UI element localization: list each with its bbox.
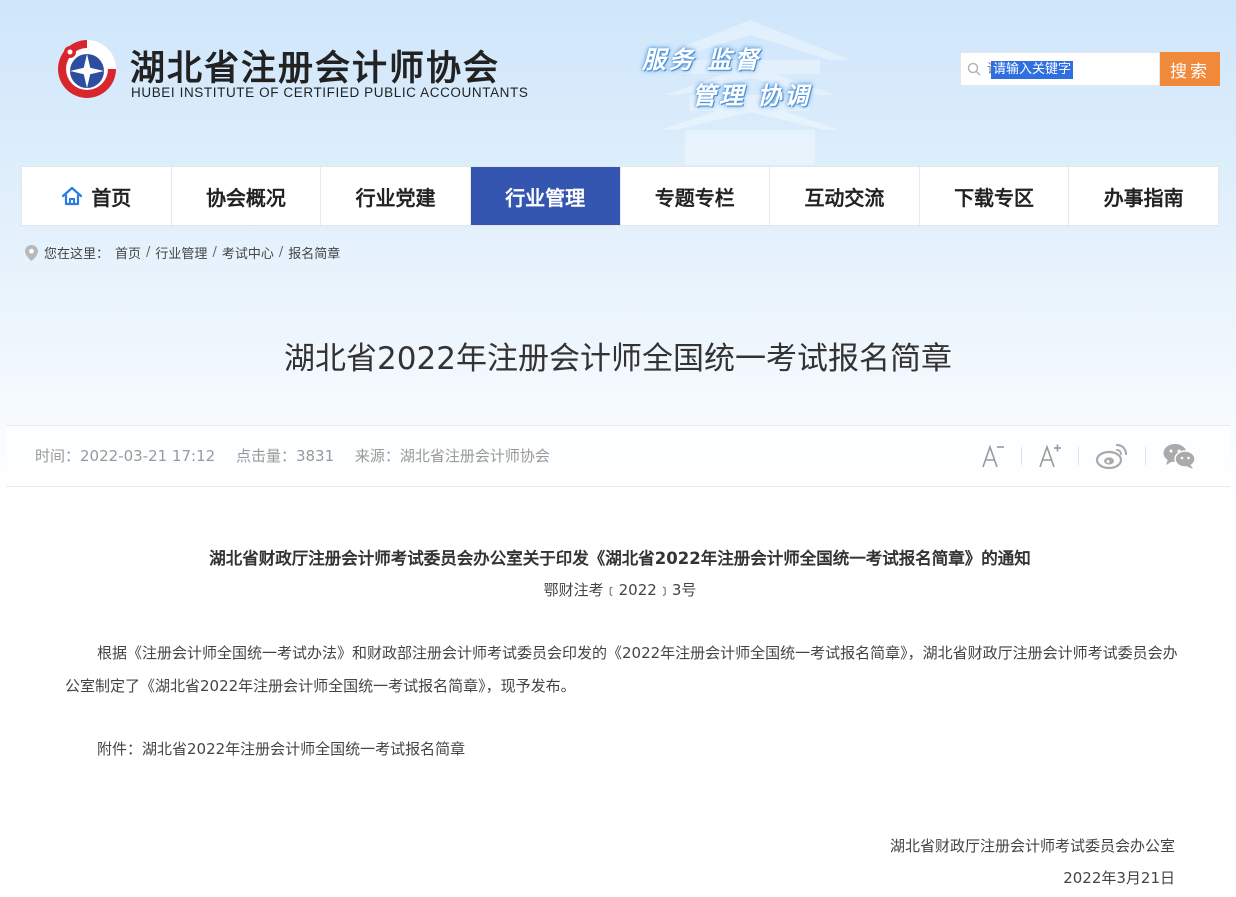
article-title: 湖北省2022年注册会计师全国统一考试报名简章 <box>284 341 952 377</box>
breadcrumb-separator: / <box>146 245 151 260</box>
nav-label: 首页 <box>91 185 132 210</box>
tool-divider <box>1078 447 1079 465</box>
nav-label: 行业党建 <box>355 185 436 210</box>
nav-label: 协会概况 <box>205 185 286 210</box>
signature-date: 2022年3月21日 <box>1063 869 1175 887</box>
breadcrumb-home[interactable]: 首页 <box>115 243 141 262</box>
main-nav: 首页 协会概况 行业党建 行业管理 专题专栏 互动交流 下载专区 办事指南 <box>21 166 1219 226</box>
document-number: 鄂财注考﹝2022﹞3号 <box>543 581 697 599</box>
nav-item-topics[interactable]: 专题专栏 <box>621 167 771 225</box>
nav-label: 办事指南 <box>1103 185 1184 210</box>
notice-title: 湖北省财政厅注册会计师考试委员会办公室关于印发《湖北省2022年注册会计师全国统… <box>209 549 1031 568</box>
article-meta-bar: 时间：2022-03-21 17:12 点击量：3831 来源：湖北省注册会计师… <box>6 425 1230 487</box>
breadcrumb-separator: / <box>278 245 284 260</box>
nav-label: 互动交流 <box>804 185 885 210</box>
tool-divider <box>1021 447 1022 465</box>
breadcrumb-industry[interactable]: 行业管理 <box>155 243 207 262</box>
nav-item-party[interactable]: 行业党建 <box>321 167 471 225</box>
nav-label: 行业管理 <box>505 185 586 210</box>
nav-item-industry-management[interactable]: 行业管理 <box>470 167 621 225</box>
home-icon <box>61 186 83 206</box>
nav-item-about[interactable]: 协会概况 <box>172 167 322 225</box>
nav-label: 下载专区 <box>954 185 1035 210</box>
nav-item-guide[interactable]: 办事指南 <box>1069 167 1218 225</box>
nav-item-interaction[interactable]: 互动交流 <box>770 167 920 225</box>
search-icon <box>961 52 987 86</box>
search-button[interactable]: 搜索 <box>1160 52 1220 86</box>
article-source: 来源：湖北省注册会计师协会 <box>354 447 550 465</box>
nav-label: 专题专栏 <box>654 185 735 210</box>
breadcrumb: 您在这里： 首页 / 行业管理 / 考试中心 / 报名简章 <box>25 243 340 262</box>
site-name-en: HUBEI INSTITUTE OF CERTIFIED PUBLIC ACCO… <box>131 85 529 100</box>
breadcrumb-exam-center[interactable]: 考试中心 <box>222 243 274 262</box>
view-count: 点击量：3831 <box>235 447 335 465</box>
font-decrease-icon[interactable] <box>981 443 1005 469</box>
font-increase-icon[interactable] <box>1038 443 1062 469</box>
tool-divider <box>1145 447 1146 465</box>
association-logo-icon <box>58 40 116 98</box>
weibo-share-icon[interactable] <box>1095 442 1129 470</box>
search-input[interactable] <box>987 59 1155 79</box>
nav-item-home[interactable]: 首页 <box>22 167 172 225</box>
paragraph-body: 根据《注册会计师全国统一考试办法》和财政部注册会计师考试委员会印发的《2022年… <box>65 644 1178 695</box>
site-name-cn: 湖北省注册会计师协会 <box>130 49 501 89</box>
publish-time: 时间：2022-03-21 17:12 <box>35 447 216 465</box>
breadcrumb-separator: / <box>212 245 217 260</box>
location-pin-icon <box>25 244 38 261</box>
attachment-link[interactable]: 附件：湖北省2022年注册会计师全国统一考试报名简章 <box>65 733 1180 766</box>
breadcrumb-registration[interactable]: 报名简章 <box>288 243 340 262</box>
slogan-line-1: 服务 监督 <box>642 46 762 74</box>
nav-item-downloads[interactable]: 下载专区 <box>920 167 1070 225</box>
slogan-line-2: 管理 协调 <box>692 82 812 110</box>
breadcrumb-prefix: 您在这里： <box>44 247 110 262</box>
wechat-share-icon[interactable] <box>1162 442 1196 470</box>
search-box: 请输入关键字 <box>960 52 1160 86</box>
signature-organization: 湖北省财政厅注册会计师考试委员会办公室 <box>889 837 1175 855</box>
